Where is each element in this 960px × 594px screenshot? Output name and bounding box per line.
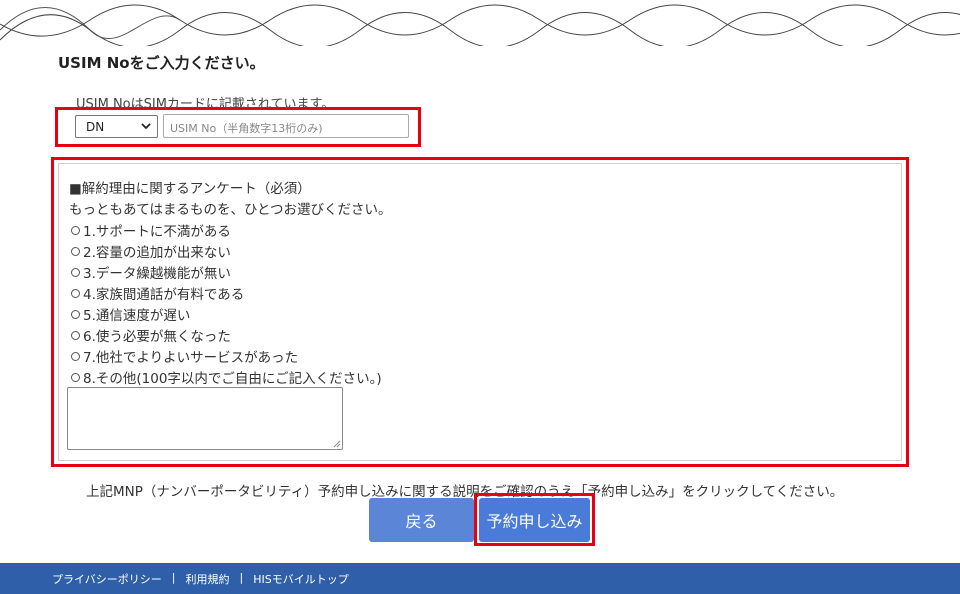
footer-separator: | xyxy=(171,571,176,584)
wave-decoration xyxy=(0,4,960,46)
radio-icon[interactable] xyxy=(71,372,80,382)
footer-link-his-mobile-top[interactable]: HISモバイルトップ xyxy=(253,571,349,587)
footer-separator: | xyxy=(239,571,244,584)
option-label: 8.その他(100字以内でご自由にご記入ください。) xyxy=(83,371,382,387)
usim-number-input[interactable]: USIM No（半角数字13桁のみ) xyxy=(163,114,409,138)
survey-option-1[interactable]: 1.サポートに不満がある xyxy=(71,220,231,240)
option-label: 2.容量の追加が出来ない xyxy=(83,245,231,261)
footer-link-terms[interactable]: 利用規約 xyxy=(186,571,230,587)
option-label: 3.データ繰越機能が無い xyxy=(83,266,231,282)
survey-title: ■解約理由に関するアンケート（必須） xyxy=(69,181,311,197)
survey-option-8[interactable]: 8.その他(100字以内でご自由にご記入ください。) xyxy=(71,367,382,387)
reserve-submit-button[interactable]: 予約申し込み xyxy=(479,498,590,542)
survey-option-6[interactable]: 6.使う必要が無くなった xyxy=(71,325,231,345)
usim-prefix-value: DN xyxy=(86,120,105,134)
usim-input-placeholder: USIM No（半角数字13桁のみ) xyxy=(170,122,323,135)
radio-icon[interactable] xyxy=(71,351,80,361)
resize-grip-icon[interactable] xyxy=(331,438,341,448)
footer-link-privacy[interactable]: プライバシーポリシー xyxy=(52,571,162,587)
survey-option-2[interactable]: 2.容量の追加が出来ない xyxy=(71,241,231,261)
radio-icon[interactable] xyxy=(71,309,80,319)
radio-icon[interactable] xyxy=(71,225,80,235)
option-label: 5.通信速度が遅い xyxy=(83,308,191,324)
survey-option-7[interactable]: 7.他社でよりよいサービスがあった xyxy=(71,346,298,366)
option-label: 1.サポートに不満がある xyxy=(83,224,231,240)
survey-option-3[interactable]: 3.データ繰越機能が無い xyxy=(71,262,231,282)
option-label: 7.他社でよりよいサービスがあった xyxy=(83,350,299,366)
option-label: 6.使う必要が無くなった xyxy=(83,329,231,345)
page-heading: USIM Noをご入力ください。 xyxy=(58,54,265,72)
submit-notice: 上記MNP（ナンバーポータビリティ）予約申し込みに関する説明をご確認のうえ「予約… xyxy=(86,484,844,500)
back-button[interactable]: 戻る xyxy=(369,498,474,542)
usim-prefix-select[interactable]: DN xyxy=(75,115,158,138)
option-label: 4.家族間通話が有料である xyxy=(83,287,245,303)
footer-links: プライバシーポリシー | 利用規約 | HISモバイルトップ xyxy=(52,571,349,587)
radio-icon[interactable] xyxy=(71,330,80,340)
footer: プライバシーポリシー | 利用規約 | HISモバイルトップ xyxy=(0,563,960,594)
chevron-down-icon xyxy=(141,123,151,130)
survey-option-5[interactable]: 5.通信速度が遅い xyxy=(71,304,190,324)
radio-icon[interactable] xyxy=(71,288,80,298)
survey-subtitle: もっともあてはまるものを、ひとつお選びください。 xyxy=(69,202,392,218)
radio-icon[interactable] xyxy=(71,246,80,256)
survey-option-4[interactable]: 4.家族間通話が有料である xyxy=(71,283,244,303)
radio-icon[interactable] xyxy=(71,267,80,277)
other-reason-textarea[interactable] xyxy=(67,387,343,450)
